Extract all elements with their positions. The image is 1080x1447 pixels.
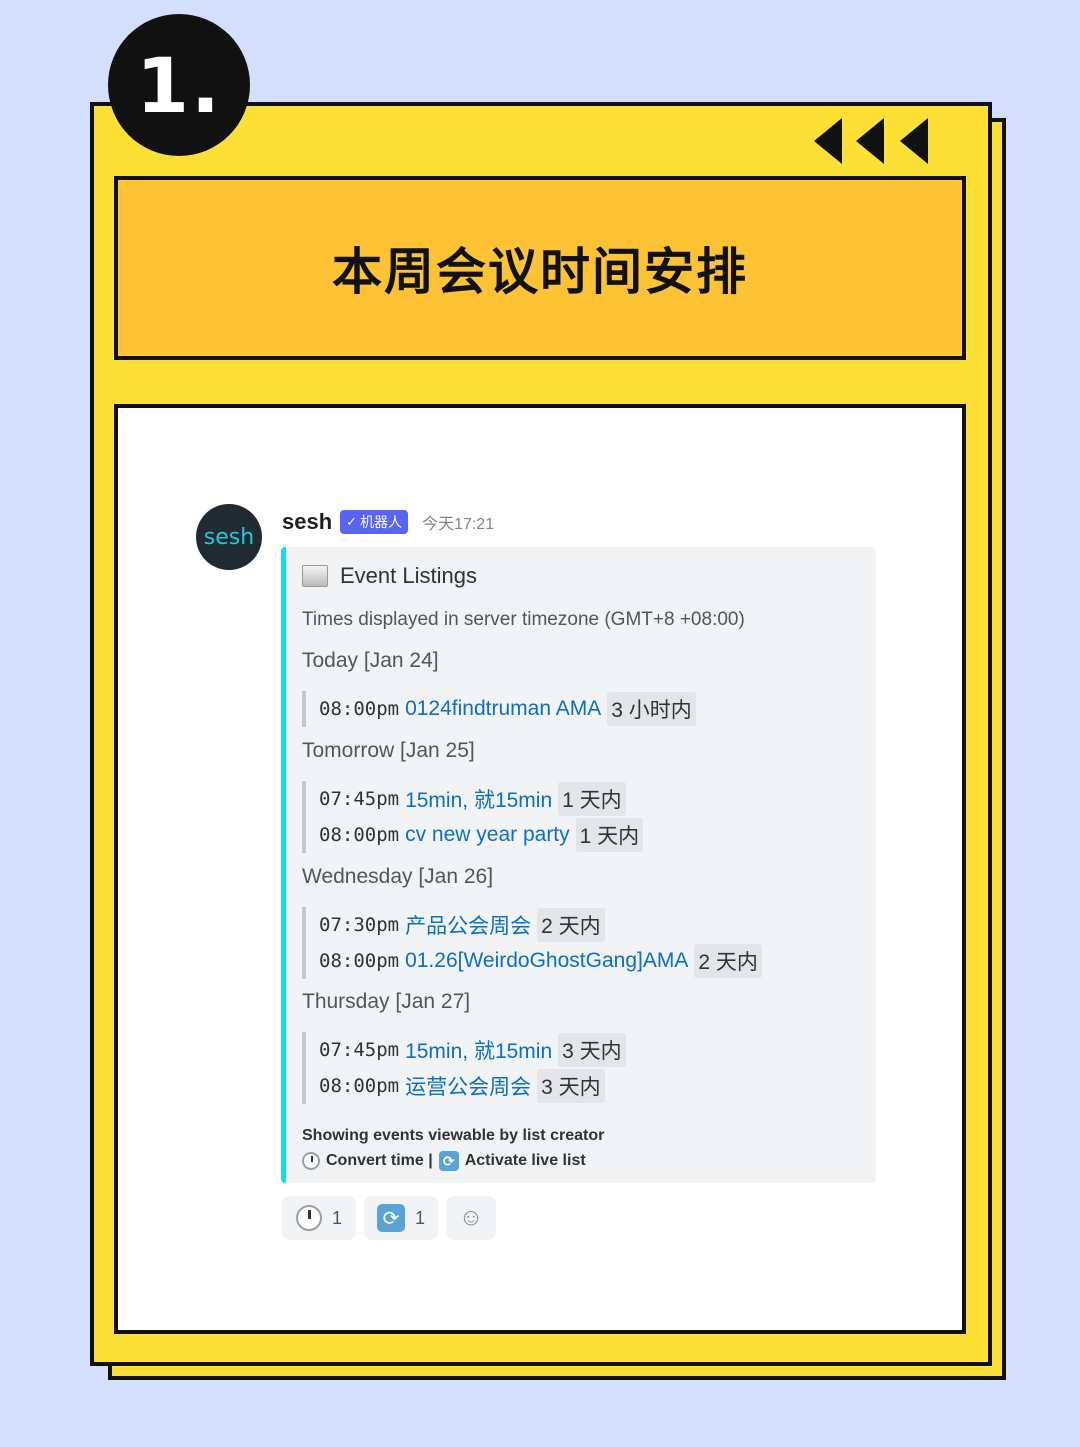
repeat-icon: ⟳ — [376, 1204, 405, 1232]
event-row: 07:45pm 15min, 就15min 3 天内 — [319, 1032, 626, 1068]
event-row: 08:00pm 运营公会周会 3 天内 — [319, 1068, 626, 1104]
event-relative-time[interactable]: 1 天内 — [575, 818, 644, 852]
event-time: 07:30pm — [319, 914, 400, 936]
rewind-arrows-icon — [814, 118, 928, 164]
step-number-badge: 1. — [108, 14, 250, 156]
event-row: 08:00pm cv new year party 1 天内 — [319, 817, 644, 853]
event-relative-time[interactable]: 2 天内 — [537, 908, 605, 942]
day-heading: Tomorrow [Jan 25] — [302, 739, 475, 762]
event-link[interactable]: 15min, 就15min — [405, 1035, 552, 1065]
event-relative-time[interactable]: 3 天内 — [558, 1033, 626, 1067]
reaction-count: 1 — [414, 1207, 425, 1228]
event-time: 08:00pm — [319, 824, 400, 846]
embed-title-text: Event Listings — [340, 563, 477, 588]
activate-live-list-label: Activate live list — [464, 1152, 586, 1169]
day-heading: Today [Jan 24] — [302, 649, 439, 672]
event-relative-time[interactable]: 3 天内 — [537, 1069, 605, 1103]
event-link[interactable]: 产品公会周会 — [405, 910, 531, 940]
add-reaction-button[interactable]: ☺ — [446, 1196, 496, 1240]
page-title: 本周会议时间安排 — [332, 243, 748, 301]
event-time: 07:45pm — [319, 1039, 400, 1061]
day-events: 07:30pm 产品公会周会 2 天内 08:00pm 01.26[Weirdo… — [302, 907, 762, 979]
event-relative-time[interactable]: 2 天内 — [694, 944, 762, 978]
ledger-icon — [302, 565, 328, 587]
reaction-clock[interactable]: 1 — [282, 1196, 356, 1240]
day-events: 08:00pm 0124findtruman AMA 3 小时内 — [302, 691, 696, 727]
reaction-bar: 1 ⟳ 1 ☺ — [282, 1196, 496, 1240]
event-link[interactable]: 01.26[WeirdoGhostGang]AMA — [405, 949, 688, 973]
event-time: 07:45pm — [319, 788, 400, 810]
event-listings-embed: Event Listings Times displayed in server… — [281, 547, 876, 1183]
event-time: 08:00pm — [319, 698, 400, 720]
clock-icon — [302, 1152, 320, 1170]
event-link[interactable]: 15min, 就15min — [405, 784, 552, 814]
message-timestamp[interactable]: 今天17:21 — [422, 510, 494, 534]
event-link[interactable]: cv new year party — [405, 823, 570, 847]
event-time: 08:00pm — [319, 1075, 400, 1097]
day-events: 07:45pm 15min, 就15min 1 天内 08:00pm cv ne… — [302, 781, 644, 853]
event-link[interactable]: 运营公会周会 — [405, 1071, 531, 1101]
bot-tag-label: 机器人 — [360, 514, 403, 530]
bot-tag: ✓ 机器人 — [340, 510, 409, 534]
verified-check-icon: ✓ — [346, 514, 358, 529]
event-link[interactable]: 0124findtruman AMA — [405, 697, 601, 721]
event-row: 07:45pm 15min, 就15min 1 天内 — [319, 781, 643, 817]
event-time: 08:00pm — [319, 950, 400, 972]
avatar[interactable]: sesh — [196, 504, 262, 570]
add-reaction-icon: ☺ — [458, 1204, 484, 1231]
event-row: 07:30pm 产品公会周会 2 天内 — [319, 907, 762, 943]
reaction-repeat[interactable]: ⟳ 1 — [364, 1196, 438, 1240]
username[interactable]: sesh — [282, 509, 332, 535]
day-events: 07:45pm 15min, 就15min 3 天内 08:00pm 运营公会周… — [302, 1032, 626, 1104]
repeat-icon: ⟳ — [438, 1151, 459, 1171]
convert-time-label: Convert time | — [326, 1152, 433, 1169]
embed-footer-actions: Convert time | ⟳ Activate live list — [302, 1151, 586, 1171]
event-row: 08:00pm 0124findtruman AMA 3 小时内 — [319, 691, 696, 727]
day-heading: Wednesday [Jan 26] — [302, 865, 494, 888]
day-heading: Thursday [Jan 27] — [302, 990, 471, 1013]
embed-title: Event Listings — [302, 563, 477, 589]
embed-footer-note: Showing events viewable by list creator — [302, 1127, 605, 1144]
reaction-count: 1 — [331, 1207, 342, 1228]
title-banner: 本周会议时间安排 — [114, 176, 966, 360]
event-relative-time[interactable]: 3 小时内 — [607, 692, 696, 726]
event-row: 08:00pm 01.26[WeirdoGhostGang]AMA 2 天内 — [319, 943, 762, 979]
timezone-note: Times displayed in server timezone (GMT+… — [302, 609, 745, 630]
clock-icon — [295, 1205, 322, 1231]
event-relative-time[interactable]: 1 天内 — [558, 782, 626, 816]
message-header: sesh ✓ 机器人 今天17:21 — [282, 506, 494, 538]
